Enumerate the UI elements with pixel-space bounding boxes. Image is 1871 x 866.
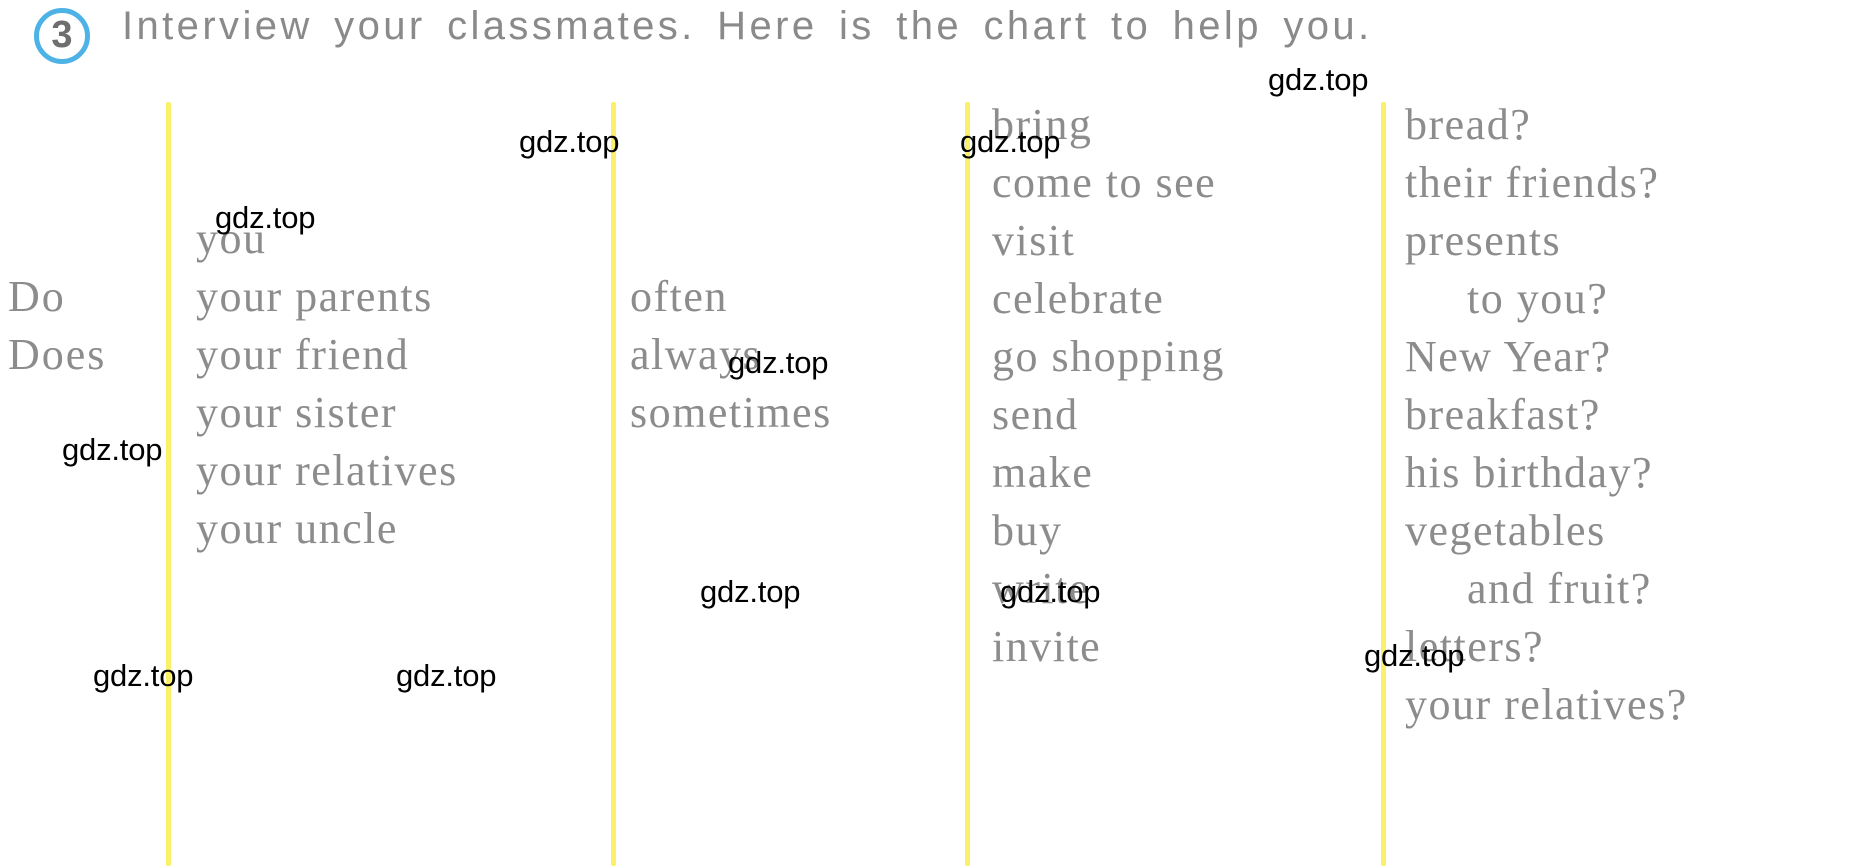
- column-divider-1: [166, 102, 171, 866]
- watermark-label: gdz.top: [93, 658, 194, 693]
- chart-cell: often: [630, 272, 728, 321]
- chart-cell: your friend: [196, 330, 410, 379]
- chart-cell: visit: [992, 216, 1076, 265]
- chart-cell: vegetables: [1405, 506, 1606, 555]
- instruction-text: Interview your classmates. Here is the c…: [122, 4, 1373, 48]
- chart-cell: sometimes: [630, 388, 832, 437]
- watermark-label: gdz.top: [396, 658, 497, 693]
- chart-cell: celebrate: [992, 274, 1165, 323]
- chart-cell: buy: [992, 506, 1063, 555]
- exercise-number-label: 3: [51, 14, 73, 56]
- chart-cell: your relatives: [196, 446, 458, 495]
- exercise-header: 3 Interview your classmates. Here is the…: [0, 0, 1871, 78]
- chart-cell: Do: [8, 272, 66, 321]
- watermark-label: gdz.top: [960, 124, 1061, 159]
- chart-cell: New Year?: [1405, 332, 1612, 381]
- chart-cell: your relatives?: [1405, 680, 1688, 729]
- chart-cell: and fruit?: [1467, 564, 1652, 613]
- chart-cell: presents: [1405, 216, 1562, 265]
- chart-cell: make: [992, 448, 1094, 497]
- chart-cell: bread?: [1405, 100, 1532, 149]
- chart-column-subject: you your parents your friend your sister…: [196, 210, 458, 558]
- chart-cell: come to see: [992, 158, 1217, 207]
- chart-column-auxiliary: Do Does: [8, 268, 106, 384]
- chart-cell: invite: [992, 622, 1102, 671]
- watermark-label: gdz.top: [215, 200, 316, 235]
- chart-cell: his birthday?: [1405, 448, 1654, 497]
- chart-cell: to you?: [1467, 274, 1609, 323]
- chart-cell: go shopping: [992, 332, 1225, 381]
- watermark-label: gdz.top: [1364, 638, 1465, 673]
- substitution-chart: Do Does you your parents your friend you…: [0, 78, 1871, 866]
- chart-cell: their friends?: [1405, 158, 1660, 207]
- chart-cell: your sister: [196, 388, 398, 437]
- chart-cell: your uncle: [196, 504, 398, 553]
- chart-cell: your parents: [196, 272, 433, 321]
- watermark-label: gdz.top: [62, 432, 163, 467]
- chart-cell: send: [992, 390, 1079, 439]
- chart-cell: breakfast?: [1405, 390, 1601, 439]
- watermark-label: gdz.top: [700, 574, 801, 609]
- watermark-label: gdz.top: [1000, 574, 1101, 609]
- watermark-label: gdz.top: [728, 345, 829, 380]
- column-divider-2: [611, 102, 616, 866]
- chart-cell: Does: [8, 330, 107, 379]
- column-divider-4: [1381, 102, 1386, 866]
- watermark-label: gdz.top: [1268, 62, 1369, 97]
- column-divider-3: [965, 102, 970, 866]
- watermark-label: gdz.top: [519, 124, 620, 159]
- exercise-number-badge: 3: [34, 8, 96, 70]
